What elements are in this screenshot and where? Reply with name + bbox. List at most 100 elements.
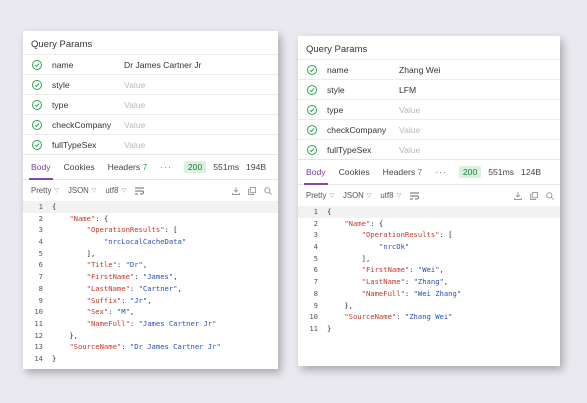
code-text: ], [52, 248, 96, 258]
param-key[interactable]: checkCompany [52, 120, 124, 130]
copy-icon[interactable] [530, 191, 538, 200]
param-key[interactable]: style [52, 80, 124, 90]
chevron-down-icon: ▽ [396, 193, 402, 199]
code-text: "nrcOk" [378, 242, 410, 252]
param-key[interactable]: name [327, 65, 399, 75]
code-text: } [327, 323, 332, 333]
code-line: 13 "SourceName": "Dr James Cartner Jr" [23, 341, 278, 353]
download-icon[interactable] [232, 186, 240, 195]
code-line: 4 "nrcLocalCacheData" [23, 236, 278, 248]
param-value-placeholder[interactable]: Value [124, 120, 145, 130]
code-text: "NameFull": "James Cartner Jr" [86, 318, 217, 328]
param-value-placeholder[interactable]: Value [399, 125, 420, 135]
encoding-dropdown[interactable]: utf8 ▽ [105, 186, 126, 195]
download-icon[interactable] [514, 191, 522, 200]
line-number: 3 [38, 225, 43, 235]
checkbox-checked-icon[interactable] [307, 84, 317, 95]
type-dropdown[interactable]: JSON ▽ [68, 186, 96, 195]
checkbox-checked-icon[interactable] [307, 104, 317, 115]
tab-cookies[interactable]: Cookies [64, 155, 95, 179]
response-toolbar: Pretty ▽ JSON ▽ utf8 ▽ [23, 180, 278, 201]
checkbox-checked-icon[interactable] [307, 64, 317, 75]
line-number: 1 [313, 207, 318, 216]
code-line: 11} [298, 323, 560, 335]
param-value-placeholder[interactable]: Value [399, 145, 420, 155]
chevron-down-icon: ▽ [366, 193, 372, 199]
checkbox-checked-icon[interactable] [32, 59, 42, 70]
json-response-viewer[interactable]: 1{2 "Name": {3 "OperationResults": [4 "n… [23, 201, 278, 365]
code-text: "SourceName": "Dr James Cartner Jr" [69, 342, 221, 352]
line-number: 11 [309, 323, 318, 333]
response-size: 194B [246, 162, 267, 172]
query-param-row: name Zhang Wei [298, 59, 560, 79]
param-value[interactable]: LFM [399, 85, 416, 95]
json-response-viewer[interactable]: 1{2 "Name": {3 "OperationResults": [4 "n… [298, 206, 560, 335]
param-key[interactable]: name [52, 60, 124, 70]
code-line: 4 "nrcOk" [298, 241, 560, 253]
tab-cookies[interactable]: Cookies [339, 160, 370, 184]
line-number: 5 [313, 253, 318, 263]
param-key[interactable]: type [52, 100, 124, 110]
more-options-icon[interactable]: ··· [160, 162, 172, 172]
wrap-lines-icon[interactable] [135, 187, 145, 195]
param-key[interactable]: style [327, 85, 399, 95]
tab-body[interactable]: Body [304, 160, 328, 185]
status-badge: 200 [458, 166, 482, 178]
line-number: 14 [34, 353, 43, 363]
search-icon[interactable] [264, 186, 272, 195]
code-line: 10 "SourceName": "Zhang Wei" [298, 311, 560, 323]
param-key[interactable]: checkCompany [327, 125, 399, 135]
line-number: 6 [313, 265, 318, 275]
response-panel-left: Query Params name Dr James Cartner Jr style… [23, 31, 278, 369]
param-value-placeholder[interactable]: Value [124, 100, 145, 110]
query-param-row: style Value [23, 74, 278, 94]
tab-body[interactable]: Body [29, 155, 53, 180]
more-options-icon[interactable]: ··· [435, 167, 447, 177]
wrap-lines-icon[interactable] [410, 192, 420, 200]
format-dropdown[interactable]: Pretty ▽ [306, 191, 334, 200]
line-number: 9 [38, 295, 43, 305]
checkbox-checked-icon[interactable] [32, 79, 42, 90]
param-value-placeholder[interactable]: Value [124, 140, 145, 150]
param-key[interactable]: type [327, 105, 399, 115]
query-param-row: checkCompany Value [298, 119, 560, 139]
search-icon[interactable] [546, 191, 554, 200]
checkbox-checked-icon[interactable] [307, 124, 317, 135]
code-line: 9 }, [298, 300, 560, 312]
format-dropdown[interactable]: Pretty ▽ [31, 186, 59, 195]
query-param-row: type Value [298, 99, 560, 119]
checkbox-checked-icon[interactable] [307, 144, 317, 155]
param-value[interactable]: Zhang Wei [399, 65, 440, 75]
checkbox-checked-icon[interactable] [32, 139, 42, 150]
encoding-dropdown[interactable]: utf8 ▽ [380, 191, 401, 200]
code-text: }, [52, 330, 78, 340]
param-value[interactable]: Dr James Cartner Jr [124, 60, 201, 70]
code-line: 6 "FirstName": "Wei", [298, 264, 560, 276]
param-key[interactable]: fullTypeSex [52, 140, 124, 150]
code-text: { [52, 202, 57, 211]
code-text: "Name": { [344, 218, 384, 228]
tab-headers[interactable]: Headers 7 [383, 160, 423, 184]
tab-headers[interactable]: Headers 7 [108, 155, 148, 179]
code-line: 3 "OperationResults": [ [298, 229, 560, 241]
param-value-placeholder[interactable]: Value [124, 80, 145, 90]
format-label: Pretty [31, 186, 52, 195]
code-line: 12 }, [23, 330, 278, 342]
headers-count-badge: 7 [417, 167, 423, 177]
code-text: { [327, 207, 332, 216]
line-number: 10 [34, 307, 43, 317]
format-label: Pretty [306, 191, 327, 200]
line-number: 10 [309, 312, 318, 322]
checkbox-checked-icon[interactable] [32, 119, 42, 130]
param-value-placeholder[interactable]: Value [399, 105, 420, 115]
copy-icon[interactable] [248, 186, 256, 195]
type-dropdown[interactable]: JSON ▽ [343, 191, 371, 200]
query-param-row: name Dr James Cartner Jr [23, 54, 278, 74]
response-time: 551ms [213, 162, 240, 172]
code-text: "Name": { [69, 213, 109, 223]
response-tabs: Body Cookies Headers 7 ··· 200 551ms 124B [298, 159, 560, 185]
checkbox-checked-icon[interactable] [32, 99, 42, 110]
chevron-down-icon: ▽ [54, 188, 59, 194]
param-key[interactable]: fullTypeSex [327, 145, 399, 155]
line-number: 9 [313, 300, 318, 310]
